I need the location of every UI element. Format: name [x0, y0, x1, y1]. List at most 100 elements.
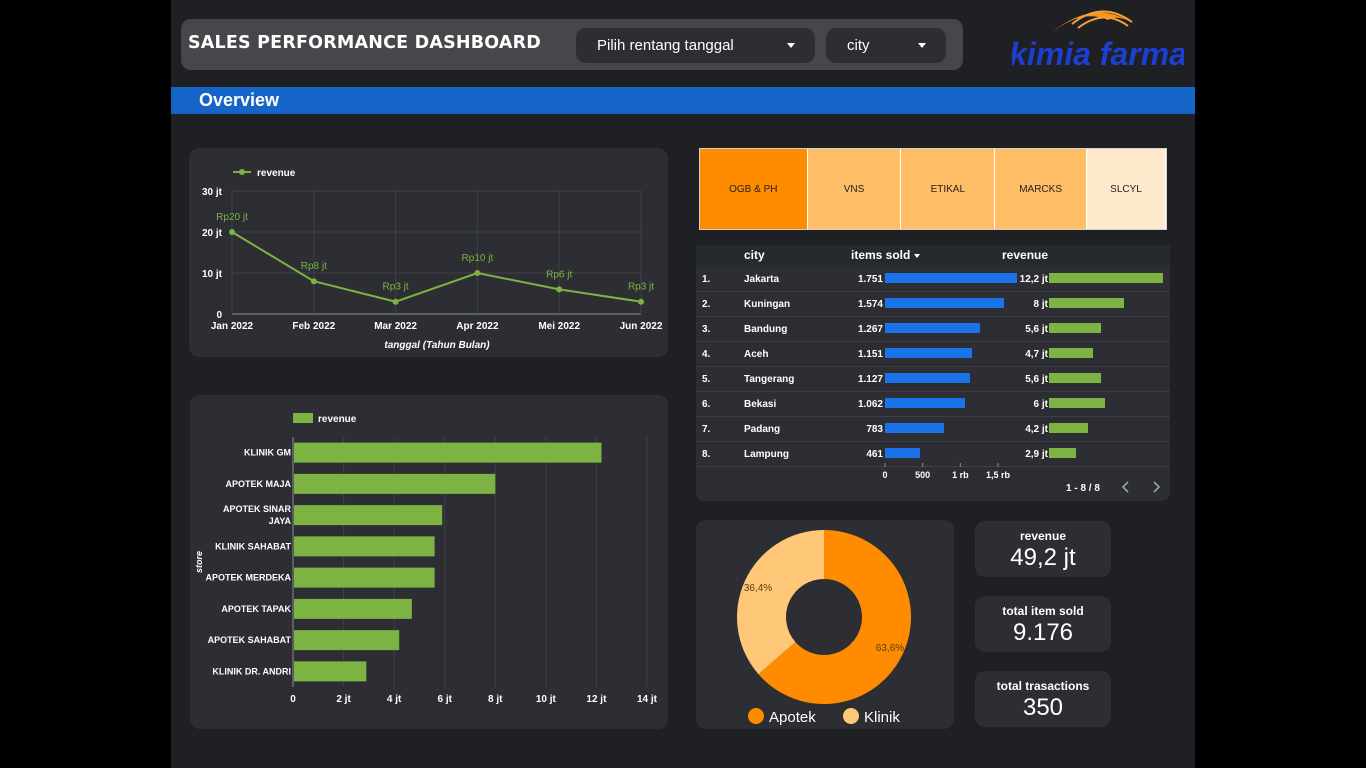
- kpi-items-value: 9.176: [1012, 619, 1074, 646]
- table-row[interactable]: 6. Bekasi 1.062 6 jt: [696, 392, 1170, 417]
- treemap-cell[interactable]: OGB & PH: [700, 149, 808, 229]
- row-city: Tangerang: [744, 374, 795, 385]
- treemap-cell[interactable]: VNS: [807, 149, 902, 229]
- table-row[interactable]: 2. Kuningan 1.574 8 jt: [696, 292, 1170, 317]
- treemap-cell[interactable]: SLCYL: [1087, 149, 1166, 229]
- row-items-sold: 1.267: [857, 324, 883, 335]
- col-items-sold[interactable]: items sold: [851, 248, 920, 262]
- store-revenue-bar[interactable]: [294, 567, 435, 588]
- items-sold-bar: [885, 298, 1004, 308]
- kpi-total-item-sold: total item sold 9.176: [975, 596, 1111, 652]
- line-point[interactable]: [556, 286, 563, 293]
- legend-klinik-label: Klinik: [864, 709, 900, 726]
- treemap-cell[interactable]: MARCKS: [995, 149, 1088, 229]
- bar-x-tick: 14 jt: [637, 694, 658, 705]
- kpi-transactions-value: 350: [1022, 694, 1064, 721]
- chevron-down-icon: [787, 43, 795, 48]
- table-axis-label: 500: [915, 470, 930, 480]
- donut-slice[interactable]: [737, 530, 824, 675]
- city-dropdown[interactable]: city: [826, 28, 946, 63]
- col-items-sold-label: items sold: [851, 248, 911, 262]
- line-x-axis-title: tanggal (Tahun Bulan): [384, 340, 490, 351]
- next-page-icon[interactable]: [1150, 480, 1162, 494]
- page-title: SALES PERFORMANCE DASHBOARD: [188, 33, 542, 53]
- kpi-total-transactions: total trasactions 350: [975, 671, 1111, 727]
- legend-swatch-icon: [293, 413, 313, 423]
- store-revenue-bar[interactable]: [294, 473, 496, 494]
- items-sold-bar: [885, 373, 970, 383]
- table-row[interactable]: 4. Aceh 1.151 4,7 jt: [696, 342, 1170, 367]
- table-axis-label: 1 rb: [952, 470, 969, 480]
- prev-page-icon[interactable]: [1120, 480, 1132, 494]
- row-items-sold: 783: [866, 424, 883, 435]
- line-point[interactable]: [474, 270, 481, 276]
- chevron-down-icon: [918, 43, 926, 48]
- legend-apotek-label: Apotek: [769, 709, 816, 726]
- date-range-dropdown[interactable]: Pilih rentang tanggal: [576, 28, 815, 63]
- line-x-tick: Mei 2022: [538, 321, 580, 332]
- line-y-tick: 30 jt: [202, 187, 223, 198]
- row-city: Jakarta: [744, 274, 780, 285]
- line-point[interactable]: [638, 298, 644, 305]
- revenue-bar: [1049, 273, 1163, 283]
- row-rank: 2.: [702, 299, 711, 310]
- line-data-label: Rp8 jt: [301, 261, 327, 272]
- items-sold-bar: [885, 273, 1017, 283]
- row-city: Padang: [744, 424, 781, 435]
- row-rank: 7.: [702, 424, 711, 435]
- table-row[interactable]: 1. Jakarta 1.751 12,2 jt: [696, 267, 1170, 292]
- legend-dot-icon: [239, 169, 245, 175]
- row-city: Lampung: [744, 449, 789, 460]
- store-revenue-bar[interactable]: [294, 598, 412, 619]
- row-rank: 4.: [702, 349, 711, 360]
- line-data-label: Rp10 jt: [462, 253, 494, 264]
- store-revenue-bar[interactable]: [294, 505, 443, 526]
- table-header: city items sold revenue: [696, 245, 1170, 267]
- donut-percent-label: 36,4%: [744, 583, 772, 594]
- line-x-tick: Apr 2022: [456, 321, 499, 332]
- items-sold-bar: [885, 323, 981, 333]
- row-rank: 3.: [702, 324, 711, 335]
- line-point[interactable]: [310, 278, 317, 285]
- revenue-line-chart: revenue tanggal (Tahun Bulan) 30 jt 20 jt…: [202, 168, 663, 351]
- row-city: Bandung: [744, 324, 788, 335]
- row-revenue: 2,9 jt: [1025, 449, 1048, 460]
- row-city: Aceh: [744, 349, 769, 360]
- row-city: Kuningan: [744, 299, 791, 310]
- store-revenue-bar[interactable]: [294, 630, 400, 651]
- product-treemap: OGB & PH VNS ETIKAL MARCKS SLCYL: [699, 148, 1167, 230]
- col-revenue[interactable]: revenue: [1002, 248, 1048, 262]
- items-sold-bar: [885, 348, 972, 358]
- row-rank: 1.: [702, 274, 711, 285]
- line-y-tick: 10 jt: [202, 269, 223, 280]
- row-rank: 8.: [702, 449, 711, 460]
- legend-klinik-icon: [843, 708, 859, 724]
- line-data-label: Rp3 jt: [383, 282, 409, 293]
- donut-percent-label: 63,6%: [876, 643, 904, 654]
- table-axis: 0 500 1 rb 1,5 rb: [882, 463, 1011, 480]
- table-row[interactable]: 7. Padang 783 4,2 jt: [696, 417, 1170, 442]
- store-revenue-bar[interactable]: [294, 536, 435, 557]
- bar-category-label: APOTEK TAPAK: [221, 604, 291, 614]
- revenue-bar: [1049, 398, 1106, 408]
- bar-category-label: KLINIK GM: [244, 448, 291, 458]
- col-city[interactable]: city: [744, 248, 765, 262]
- line-point[interactable]: [392, 298, 399, 305]
- store-revenue-bar[interactable]: [294, 661, 367, 682]
- line-data-label: Rp3 jt: [628, 282, 654, 293]
- row-revenue: 6 jt: [1033, 399, 1048, 410]
- line-point[interactable]: [229, 229, 235, 235]
- table-row[interactable]: 3. Bandung 1.267 5,6 jt: [696, 317, 1170, 342]
- line-y-tick: 20 jt: [202, 228, 223, 239]
- store-revenue-bar-chart: revenue store 0 2 jt 4 jt 6 jt 8 jt 10 jt 12 j…: [194, 413, 658, 705]
- kpi-revenue-label: revenue: [1019, 529, 1067, 543]
- bar-category-label: APOTEK MAJA: [225, 479, 291, 489]
- row-revenue: 5,6 jt: [1025, 324, 1048, 335]
- row-items-sold: 1.127: [857, 374, 883, 385]
- store-revenue-bar[interactable]: [294, 442, 602, 463]
- bar-legend-label: revenue: [318, 414, 357, 425]
- treemap-cell[interactable]: ETIKAL: [901, 149, 996, 229]
- table-row[interactable]: 5. Tangerang 1.127 5,6 jt: [696, 367, 1170, 392]
- kpi-items-label: total item sold: [1002, 604, 1084, 618]
- city-table: city items sold revenue 1. Jakarta 1.751 12…: [696, 245, 1170, 501]
